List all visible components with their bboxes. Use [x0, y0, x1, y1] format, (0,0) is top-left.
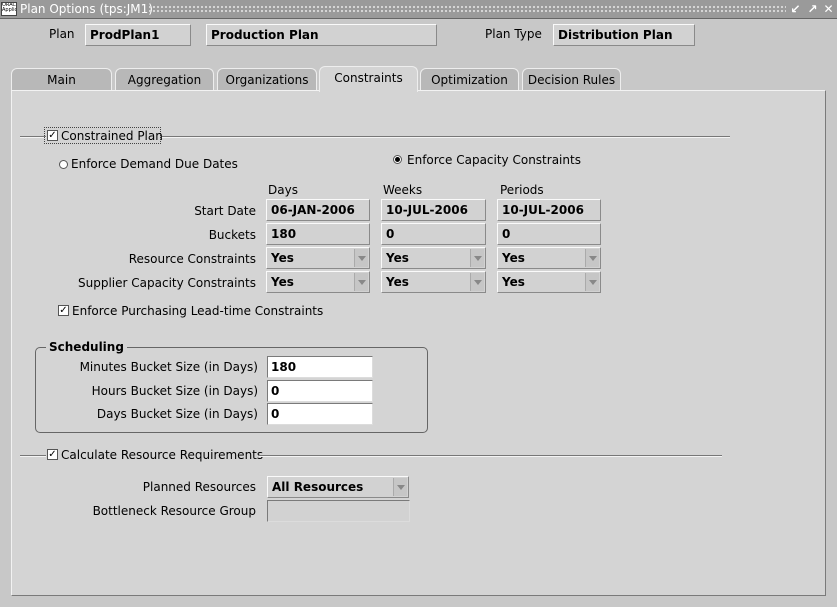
select-value: Yes: [386, 275, 409, 289]
tab-aggregation[interactable]: Aggregation: [115, 68, 214, 91]
days-bucket-input[interactable]: 0: [267, 403, 373, 425]
supplier-constraints-weeks-select[interactable]: Yes: [381, 271, 486, 293]
plan-label: Plan: [49, 27, 75, 41]
select-value: All Resources: [272, 480, 364, 494]
column-header-days: Days: [268, 183, 298, 197]
enforce-capacity-radio[interactable]: [393, 155, 402, 164]
resource-constraints-weeks-select[interactable]: Yes: [381, 247, 486, 269]
supplier-constraints-label: Supplier Capacity Constraints: [78, 276, 256, 290]
chevron-down-icon[interactable]: [585, 249, 599, 267]
close-icon[interactable]: ✕: [822, 2, 835, 16]
column-header-weeks: Weeks: [383, 183, 423, 197]
days-bucket-label: Days Bucket Size (in Days): [96, 407, 258, 421]
separator: [162, 136, 730, 138]
window-title: Plan Options (tps:JM1): [20, 2, 153, 16]
select-value: Yes: [502, 275, 525, 289]
select-value: Yes: [386, 251, 409, 265]
constrained-plan-label: Constrained Plan: [61, 129, 163, 143]
chevron-down-icon[interactable]: [354, 249, 368, 267]
start-date-days-field[interactable]: 06-JAN-2006: [266, 199, 370, 221]
chevron-down-icon[interactable]: [470, 273, 484, 291]
select-value: Yes: [271, 251, 294, 265]
restore-icon[interactable]: ↗: [806, 2, 819, 16]
plan-description-field[interactable]: Production Plan: [206, 24, 437, 46]
enforce-demand-label: Enforce Demand Due Dates: [71, 157, 238, 171]
supplier-constraints-days-select[interactable]: Yes: [266, 271, 370, 293]
tab-organizations[interactable]: Organizations: [217, 68, 317, 91]
chevron-down-icon[interactable]: [585, 273, 599, 291]
start-date-periods-field[interactable]: 10-JUL-2006: [497, 199, 601, 221]
hours-bucket-input[interactable]: 0: [267, 380, 373, 402]
minutes-bucket-input[interactable]: 180: [267, 356, 373, 378]
plan-type-label: Plan Type: [485, 27, 542, 41]
resource-constraints-days-select[interactable]: Yes: [266, 247, 370, 269]
plan-type-field[interactable]: Distribution Plan: [553, 24, 695, 46]
calculate-resource-checkbox[interactable]: ✓: [47, 449, 58, 460]
start-date-label: Start Date: [194, 204, 256, 218]
chevron-down-icon[interactable]: [354, 273, 368, 291]
enforce-purchasing-label: Enforce Purchasing Lead-time Constraints: [72, 304, 324, 318]
chevron-down-icon[interactable]: [393, 478, 407, 496]
hours-bucket-label: Hours Bucket Size (in Days): [91, 384, 258, 398]
enforce-demand-radio[interactable]: [59, 160, 68, 169]
enforce-capacity-label: Enforce Capacity Constraints: [407, 153, 581, 167]
start-date-weeks-field[interactable]: 10-JUL-2006: [381, 199, 486, 221]
constrained-plan-checkbox[interactable]: ✓: [47, 130, 58, 141]
buckets-weeks-field[interactable]: 0: [381, 223, 486, 245]
resource-constraints-label: Resource Constraints: [128, 252, 256, 266]
app-icon-text: ORACLE Applications: [2, 2, 17, 13]
tab-constraints[interactable]: Constraints: [319, 66, 418, 92]
select-value: Yes: [502, 251, 525, 265]
oracle-app-icon[interactable]: ORACLE Applications: [1, 2, 17, 16]
scheduling-group-title: Scheduling: [46, 340, 127, 354]
bottleneck-resource-label: Bottleneck Resource Group: [92, 504, 256, 518]
minimize-icon[interactable]: ↙: [789, 2, 802, 16]
supplier-constraints-periods-select[interactable]: Yes: [497, 271, 601, 293]
plan-name-field[interactable]: ProdPlan1: [85, 24, 191, 46]
resource-constraints-periods-select[interactable]: Yes: [497, 247, 601, 269]
separator: [259, 455, 722, 457]
chevron-down-icon[interactable]: [470, 249, 484, 267]
tab-decision-rules[interactable]: Decision Rules: [522, 68, 621, 91]
buckets-periods-field[interactable]: 0: [497, 223, 601, 245]
bottleneck-resource-input[interactable]: [267, 500, 410, 522]
title-bar-grip[interactable]: [148, 5, 786, 14]
column-header-periods: Periods: [500, 183, 544, 197]
tab-optimization[interactable]: Optimization: [420, 68, 519, 91]
planned-resources-label: Planned Resources: [142, 480, 256, 494]
buckets-days-field[interactable]: 180: [266, 223, 370, 245]
separator: [20, 136, 46, 138]
calculate-resource-label: Calculate Resource Requirements: [61, 448, 264, 462]
buckets-label: Buckets: [208, 228, 256, 242]
separator: [20, 455, 46, 457]
enforce-purchasing-checkbox[interactable]: ✓: [58, 305, 69, 316]
select-value: Yes: [271, 275, 294, 289]
minutes-bucket-label: Minutes Bucket Size (in Days): [79, 360, 258, 374]
tab-main[interactable]: Main: [11, 68, 112, 91]
planned-resources-select[interactable]: All Resources: [267, 476, 409, 498]
